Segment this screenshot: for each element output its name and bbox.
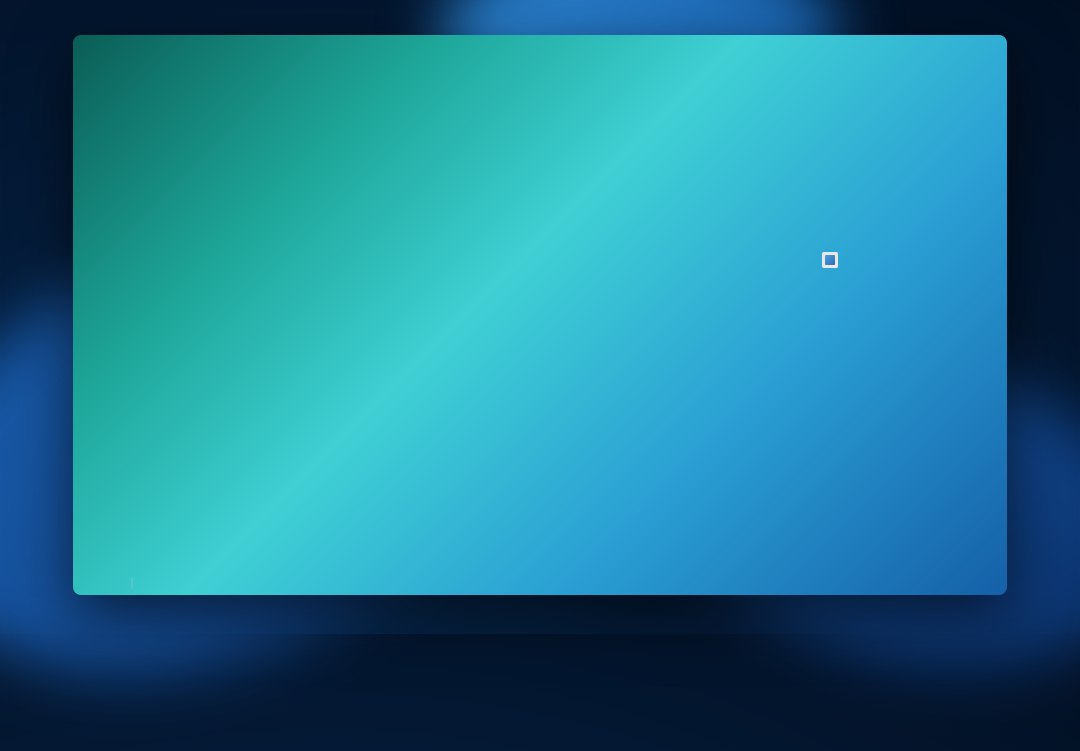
preview-thumbnail [810,150,1007,234]
body: Home Gallery › A test - Personal Desktop… [73,150,1007,569]
file-icon [822,252,838,268]
file-explorer-window: Gallery ✕ ＋ — ▢ ✕ ⊕ New ▾ ✂ ⧉ 📋 ✎ ↗ 🗑 ⇵ … [73,35,1007,595]
details-pane: TouchKeyboardThe... ↗ Share Details Type… [809,150,1007,569]
